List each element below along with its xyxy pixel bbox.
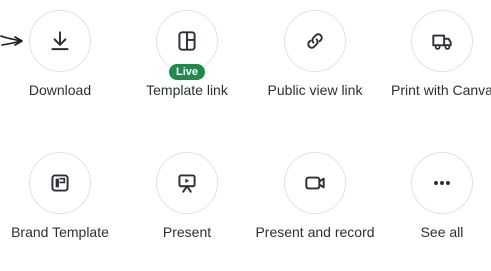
action-public-view-link-circle[interactable] xyxy=(284,10,346,72)
live-badge: Live xyxy=(168,64,206,80)
action-see-all-circle[interactable] xyxy=(411,152,473,214)
action-download-circle[interactable] xyxy=(29,10,91,72)
brand-template-icon xyxy=(51,174,69,192)
action-print-with-canva-circle[interactable] xyxy=(411,10,473,72)
action-brand-template[interactable]: Brand Template xyxy=(0,152,120,241)
action-template-link-label: Template link xyxy=(146,82,228,98)
action-present-label: Present xyxy=(162,224,212,240)
action-template-link-circle[interactable]: Live xyxy=(156,10,218,80)
download-icon xyxy=(51,31,69,51)
action-download-label: Download xyxy=(28,82,92,98)
action-present-and-record-circle[interactable] xyxy=(284,152,346,214)
truck-icon xyxy=(432,34,452,50)
action-print-with-canva-label: Print with Canva xyxy=(391,82,491,98)
template-link-icon xyxy=(178,31,196,51)
action-present-circle[interactable] xyxy=(156,152,218,214)
action-public-view-link[interactable]: Public view link xyxy=(255,10,375,99)
present-icon xyxy=(178,174,196,193)
link-icon xyxy=(307,33,323,49)
action-public-view-link-label: Public view link xyxy=(267,82,363,98)
action-download[interactable]: Download xyxy=(0,10,120,99)
action-brand-template-label: Brand Template xyxy=(11,224,109,240)
action-see-all-label: See all xyxy=(420,224,464,240)
action-see-all[interactable]: See all xyxy=(382,152,491,241)
more-icon xyxy=(434,181,450,185)
share-actions-panel: Download Live Template link Public view … xyxy=(0,0,491,271)
action-present[interactable]: Present xyxy=(127,152,247,241)
action-brand-template-circle[interactable] xyxy=(29,152,91,214)
camera-icon xyxy=(305,176,325,190)
action-present-and-record[interactable]: Present and record xyxy=(255,152,375,241)
action-print-with-canva[interactable]: Print with Canva xyxy=(382,10,491,99)
action-present-and-record-label: Present and record xyxy=(255,224,375,240)
action-template-link[interactable]: Live Template link xyxy=(127,10,247,99)
